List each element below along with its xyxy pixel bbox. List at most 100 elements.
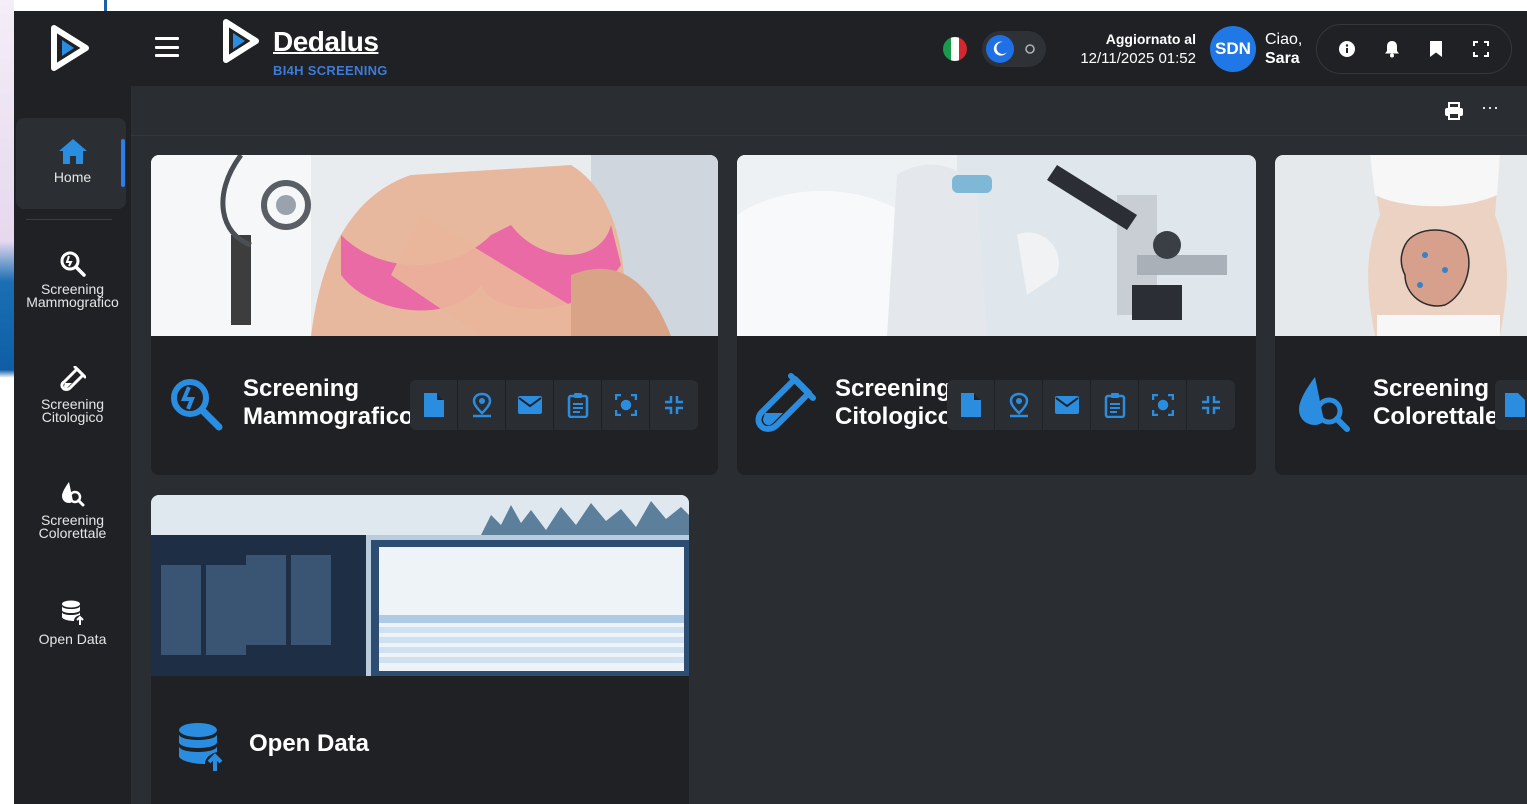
drop-search-icon: [1299, 377, 1350, 432]
brand-name[interactable]: Dedalus: [273, 26, 379, 58]
mail-button[interactable]: [1043, 380, 1091, 430]
collapse-button[interactable]: [650, 380, 698, 430]
card-title: Screening Colorettale: [1373, 375, 1498, 431]
card-title: Screening Citologico: [835, 375, 952, 431]
notifications-button[interactable]: [1376, 33, 1408, 65]
sidebar-item-label: Screening Citologico: [40, 396, 105, 425]
collapse-icon: [664, 396, 683, 414]
updated-value: 12/11/2025 01:52: [1080, 50, 1196, 67]
card-actions: [1495, 380, 1527, 430]
top-bar: Dedalus BI4H SCREENING Aggiornato al 12/…: [14, 11, 1527, 86]
info-icon: [1339, 41, 1356, 57]
more-options-button[interactable]: ···: [1479, 98, 1501, 122]
hamburger-line: [155, 54, 179, 57]
updated-label: Aggiornato al: [1105, 31, 1196, 47]
focus-icon: [614, 394, 637, 416]
sidebar-item-screening-citologico[interactable]: Screening Citologico: [14, 366, 131, 424]
focus-button[interactable]: [1139, 380, 1187, 430]
clipboard-button[interactable]: [554, 380, 602, 430]
dedalus-logo-icon[interactable]: [50, 24, 90, 72]
card-title-line1: Screening: [835, 375, 952, 402]
bookmarks-button[interactable]: [1420, 33, 1452, 65]
focus-button[interactable]: [602, 380, 650, 430]
document-icon: [960, 393, 981, 417]
menu-toggle-button[interactable]: [155, 37, 179, 57]
location-person-icon: [472, 392, 491, 418]
sidebar-item-screening-mammografico[interactable]: Screening Mammografico: [14, 251, 131, 309]
bookmark-icon: [1430, 41, 1443, 57]
card-screening-citologico[interactable]: Screening Citologico: [737, 155, 1256, 475]
sidebar-item-label: Screening Colorettale: [38, 512, 107, 541]
sidebar-item-home[interactable]: Home: [14, 137, 131, 184]
card-title-line2: Mammografico: [243, 403, 414, 430]
mail-button[interactable]: [506, 380, 554, 430]
card-image: [1275, 155, 1527, 336]
sidebar-divider: [26, 219, 112, 220]
info-button[interactable]: [1331, 33, 1363, 65]
mail-icon: [517, 396, 542, 414]
sidebar-item-label: Open Data: [38, 631, 107, 647]
mail-icon: [1054, 396, 1079, 414]
hamburger-line: [155, 45, 179, 49]
document-icon: [1505, 393, 1525, 417]
user-name: Sara: [1265, 50, 1300, 67]
home-icon: [58, 139, 87, 164]
focus-icon: [1151, 394, 1174, 416]
sidebar-item-label: Screening Mammografico: [26, 281, 119, 310]
card-image: [737, 155, 1256, 336]
card-title-line1: Open Data: [249, 730, 370, 757]
sidebar-item-open-data[interactable]: Open Data: [14, 599, 131, 646]
page-toolbar: ···: [131, 86, 1527, 136]
fullscreen-icon: [1472, 41, 1489, 57]
document-button[interactable]: [1495, 380, 1527, 430]
card-screening-mammografico[interactable]: Screening Mammografico: [151, 155, 718, 475]
test-tube-icon: [59, 366, 86, 391]
bell-icon: [1384, 41, 1399, 58]
avatar[interactable]: SDN: [1210, 26, 1256, 72]
app-window: Dedalus BI4H SCREENING Aggiornato al 12/…: [14, 11, 1527, 804]
document-button[interactable]: [410, 380, 458, 430]
database-upload-icon: [179, 723, 223, 771]
sidebar-item-label: Home: [53, 169, 92, 185]
clipboard-icon: [1104, 393, 1125, 418]
italian-flag-icon[interactable]: [943, 37, 967, 61]
card-image: [151, 495, 689, 676]
card-title-line1: Screening: [243, 375, 360, 402]
location-person-icon: [1009, 392, 1028, 418]
card-actions: [947, 380, 1235, 430]
brand-logo-icon[interactable]: [221, 17, 261, 65]
card-image: [151, 155, 718, 336]
greeting-text: Ciao,: [1265, 31, 1303, 48]
last-updated: Aggiornato al 12/11/2025 01:52: [1064, 30, 1196, 68]
user-greeting: Ciao, Sara: [1265, 30, 1302, 68]
database-upload-icon: [61, 600, 84, 625]
mammography-search-icon: [60, 251, 86, 277]
card-title-line2: Colorettale: [1373, 403, 1499, 430]
collapse-icon: [1201, 396, 1220, 414]
desktop-backdrop: [0, 0, 14, 804]
card-title: Open Data: [249, 730, 369, 758]
fullscreen-button[interactable]: [1465, 33, 1497, 65]
theme-toggle[interactable]: [982, 31, 1046, 67]
clipboard-icon: [567, 393, 588, 418]
moon-icon: [986, 35, 1014, 63]
header-actions: [1316, 24, 1512, 74]
document-button[interactable]: [947, 380, 995, 430]
mammography-search-icon: [171, 379, 223, 431]
card-title-line2: Citologico: [835, 403, 953, 430]
card-screening-colorettale[interactable]: Screening Colorettale: [1275, 155, 1527, 475]
location-button[interactable]: [458, 380, 506, 430]
brand-subtitle: BI4H SCREENING: [273, 63, 388, 78]
print-icon[interactable]: [1443, 100, 1465, 122]
clipboard-button[interactable]: [1091, 380, 1139, 430]
card-title-line1: Screening: [1373, 375, 1490, 402]
location-button[interactable]: [995, 380, 1043, 430]
hamburger-line: [155, 37, 179, 40]
collapse-button[interactable]: [1187, 380, 1235, 430]
test-tube-icon: [755, 373, 816, 432]
document-icon: [423, 393, 444, 417]
card-actions: [410, 380, 698, 430]
card-open-data[interactable]: Open Data: [151, 495, 689, 804]
sidebar-item-screening-colorettale[interactable]: Screening Colorettale: [14, 480, 131, 540]
sun-icon: [1025, 44, 1035, 54]
